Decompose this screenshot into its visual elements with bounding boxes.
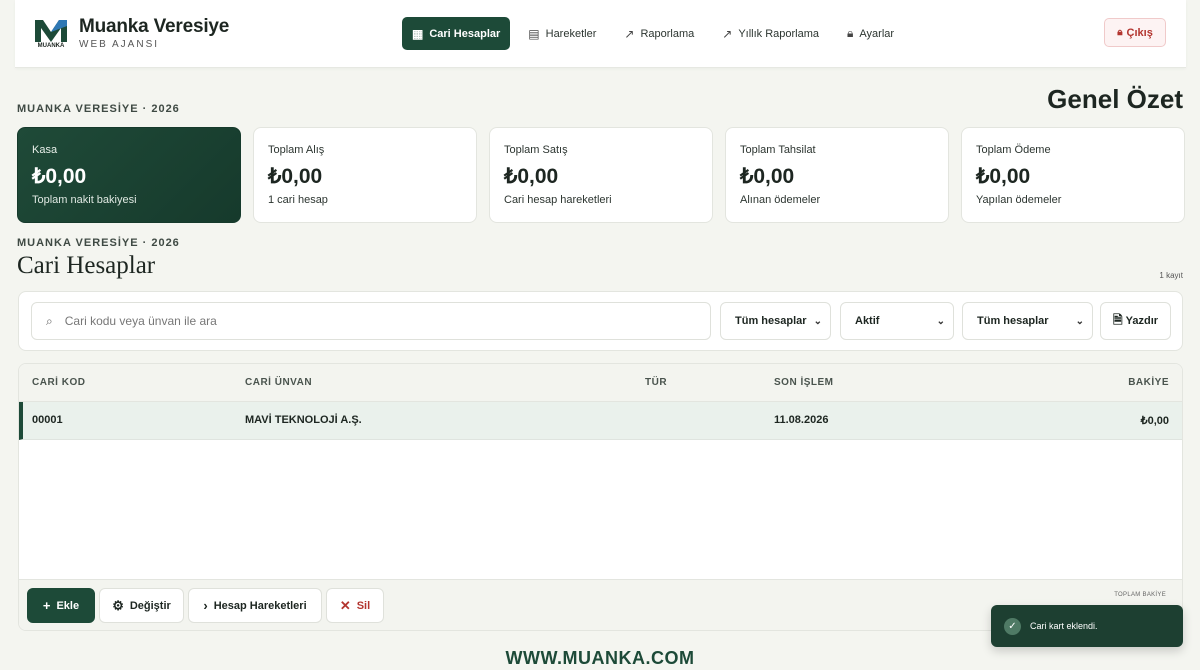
card-value: ₺0,00: [976, 165, 1031, 188]
plus-icon: +: [42, 598, 51, 613]
summary-cards: Kasa ₺0,00 Toplam nakit bakiyesi Toplam …: [17, 127, 1185, 223]
record-count: 1 kayıt: [1159, 271, 1183, 280]
summary-card-alis: Toplam Alış ₺0,00 1 cari hesap: [253, 127, 477, 223]
brand-name: Muanka Veresiye: [79, 15, 230, 37]
cell-balance: ₺0,00: [1140, 415, 1169, 427]
select-value: Aktif: [855, 315, 880, 327]
document-icon: ▤: [528, 26, 540, 41]
account-movements-button[interactable]: › Hesap Hareketleri: [188, 588, 322, 623]
summary-card-satis: Toplam Satış ₺0,00 Cari hesap hareketler…: [489, 127, 713, 223]
top-header: MUANKA Muanka Veresiye WEB AJANSI ▦ Cari…: [15, 0, 1186, 68]
chevron-right-icon: ›: [203, 598, 208, 613]
toast-notification[interactable]: ✓ Cari kart eklendi.: [991, 605, 1183, 647]
chevron-down-icon: ⌄: [936, 315, 945, 327]
nav-item-label: Yıllık Raporlama: [738, 27, 820, 40]
column-header-type[interactable]: TÜR: [645, 377, 667, 388]
column-header-balance[interactable]: BAKİYE: [1128, 377, 1169, 388]
toast-message: Cari kart eklendi.: [1030, 621, 1098, 631]
column-header-last-transaction[interactable]: SON İŞLEM: [774, 377, 834, 388]
card-value: ₺0,00: [268, 165, 323, 188]
logout-label: Çıkış: [1126, 26, 1153, 39]
summary-card-kasa: Kasa ₺0,00 Toplam nakit bakiyesi: [17, 127, 241, 223]
main-nav: ▦ Cari Hesaplar ▤ Hareketler ↗ Raporlama…: [402, 17, 912, 50]
type-filter-select[interactable]: Tüm hesaplar ⌄: [720, 302, 831, 340]
nav-item-ayarlar[interactable]: 🔒︎ Ayarlar: [837, 17, 904, 50]
nav-item-label: Hareketler: [545, 27, 597, 40]
print-button[interactable]: 🗎︎ Yazdır: [1100, 302, 1171, 340]
select-value: Tüm hesaplar: [977, 315, 1049, 327]
brand-logo[interactable]: MUANKA Muanka Veresiye WEB AJANSI: [29, 16, 229, 52]
search-icon: ⌕: [46, 313, 53, 328]
nav-item-hareketler[interactable]: ▤ Hareketler: [518, 17, 606, 50]
card-value: ₺0,00: [32, 165, 87, 188]
lock-icon: 🔒︎: [847, 26, 854, 40]
accounts-kicker: MUANKA VERESİYE · 2026: [17, 237, 180, 249]
delete-label: Sil: [356, 599, 371, 612]
cell-last-transaction: 11.08.2026: [774, 414, 829, 426]
summary-card-odeme: Toplam Ödeme ₺0,00 Yapılan ödemeler: [961, 127, 1185, 223]
nav-item-raporlama[interactable]: ↗ Raporlama: [614, 17, 704, 50]
filter-bar: ⌕ Tüm hesaplar ⌄ Aktif ⌄ Tüm hesaplar ⌄ …: [18, 291, 1183, 351]
section-title: Cari Hesaplar: [17, 252, 156, 279]
footer-url[interactable]: WWW.MUANKA.COM: [0, 648, 1200, 669]
accounts-table: CARİ KOD CARİ ÜNVAN TÜR SON İŞLEM BAKİYE…: [18, 363, 1183, 631]
search-box[interactable]: ⌕: [31, 302, 711, 340]
cell-code: 00001: [32, 414, 63, 426]
card-value: ₺0,00: [740, 165, 795, 188]
trend-icon: ↗: [722, 26, 733, 41]
chevron-down-icon: ⌄: [1075, 315, 1084, 327]
add-button[interactable]: + Ekle: [27, 588, 95, 623]
add-label: Ekle: [56, 599, 80, 612]
card-label: Toplam Tahsilat: [740, 144, 816, 156]
building-icon: ▦: [412, 26, 424, 41]
table-header: CARİ KOD CARİ ÜNVAN TÜR SON İŞLEM BAKİYE: [19, 364, 1182, 402]
chevron-down-icon: ⌄: [813, 315, 822, 327]
card-label: Toplam Satış: [504, 144, 568, 156]
select-value: Tüm hesaplar: [735, 315, 807, 327]
summary-kicker: MUANKA VERESİYE · 2026: [17, 103, 180, 115]
brand-sub: WEB AJANSI: [79, 38, 160, 50]
print-label: Yazdır: [1125, 315, 1159, 327]
table-row[interactable]: 00001 MAVİ TEKNOLOJİ A.Ş. 11.08.2026 ₺0,…: [19, 402, 1182, 440]
cell-title: MAVİ TEKNOLOJİ A.Ş.: [245, 414, 362, 426]
edit-label: Değiştir: [129, 599, 171, 612]
logo-mark-icon: MUANKA: [29, 16, 73, 52]
group-filter-select[interactable]: Tüm hesaplar ⌄: [962, 302, 1093, 340]
card-label: Kasa: [32, 144, 58, 156]
column-header-code[interactable]: CARİ KOD: [32, 377, 85, 388]
search-input[interactable]: [64, 314, 665, 328]
close-icon: ✕: [339, 597, 351, 613]
page-title: Genel Özet: [1047, 84, 1183, 114]
card-sub: Alınan ödemeler: [740, 194, 821, 206]
check-icon: ✓: [1004, 617, 1021, 635]
logout-button[interactable]: 🔒︎ Çıkış: [1104, 18, 1166, 47]
nav-item-label: Ayarlar: [859, 27, 895, 40]
trend-icon: ↗: [624, 26, 635, 41]
gear-icon: ⚙: [112, 597, 124, 613]
card-sub: Toplam nakit bakiyesi: [32, 194, 137, 206]
logo-mark-text: MUANKA: [37, 43, 65, 49]
nav-item-label: Cari Hesaplar: [429, 27, 501, 40]
summary-card-tahsilat: Toplam Tahsilat ₺0,00 Alınan ödemeler: [725, 127, 949, 223]
card-sub: Cari hesap hareketleri: [504, 194, 612, 206]
card-label: Toplam Alış: [268, 144, 325, 156]
document-icon: 🗎︎: [1112, 312, 1123, 327]
status-filter-select[interactable]: Aktif ⌄: [840, 302, 954, 340]
card-label: Toplam Ödeme: [976, 144, 1051, 156]
card-sub: 1 cari hesap: [268, 194, 328, 206]
card-sub: Yapılan ödemeler: [976, 194, 1062, 206]
nav-item-yillik-raporlama[interactable]: ↗ Yıllık Raporlama: [712, 17, 829, 50]
lock-icon: 🔒︎: [1117, 27, 1123, 38]
delete-button[interactable]: ✕ Sil: [326, 588, 384, 623]
column-header-title[interactable]: CARİ ÜNVAN: [245, 377, 312, 388]
movements-label: Hesap Hareketleri: [213, 599, 307, 612]
card-value: ₺0,00: [504, 165, 559, 188]
nav-item-cari-hesaplar[interactable]: ▦ Cari Hesaplar: [402, 17, 511, 50]
total-balance-label: TOPLAM BAKİYE: [1114, 592, 1166, 598]
nav-item-label: Raporlama: [640, 27, 695, 40]
edit-button[interactable]: ⚙ Değiştir: [99, 588, 184, 623]
